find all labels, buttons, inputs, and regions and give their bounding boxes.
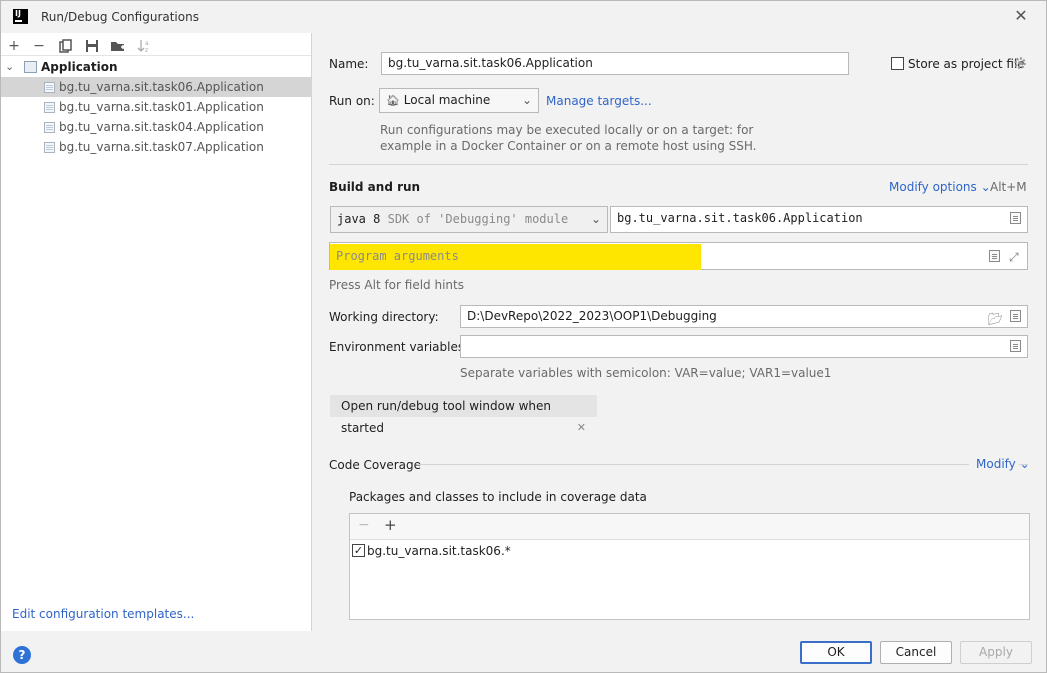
application-folder-icon: [24, 61, 37, 73]
sort-icon: az: [137, 40, 149, 54]
env-vars-hint: Separate variables with semicolon: VAR=v…: [460, 366, 832, 380]
tree-item-label: bg.tu_varna.sit.task01.Application: [59, 100, 264, 114]
modify-options-link[interactable]: Modify options ⌄: [889, 180, 991, 194]
environment-variables-field[interactable]: [460, 335, 1028, 358]
run-on-label: Run on:: [329, 94, 375, 108]
copy-icon: [59, 39, 72, 53]
expand-icon[interactable]: ⤢: [1009, 247, 1019, 268]
cancel-button[interactable]: Cancel: [880, 641, 952, 664]
open-tool-window-label: Open run/debug tool window when started: [341, 399, 551, 435]
title-bar: IJ Run/Debug Configurations ✕: [1, 1, 1046, 33]
tree-item-task04[interactable]: bg.tu_varna.sit.task04.Application: [1, 117, 311, 137]
store-as-project-file-label: Store as project file: [908, 57, 1025, 71]
run-on-hint-line1: Run configurations may be executed local…: [380, 123, 754, 137]
build-and-run-title: Build and run: [329, 180, 421, 194]
browse-class-icon[interactable]: [1010, 212, 1021, 224]
run-on-value: Local machine: [403, 93, 491, 107]
window-title: Run/Debug Configurations: [41, 10, 199, 24]
working-directory-value: D:\DevRepo\2022_2023\OOP1\Debugging: [467, 309, 717, 323]
main-class-field[interactable]: bg.tu_varna.sit.task06.Application: [610, 206, 1028, 233]
remove-configuration-button[interactable]: −: [29, 36, 49, 56]
config-file-icon: [44, 122, 55, 133]
coverage-packages-list: − + ✓ bg.tu_varna.sit.task06.*: [349, 513, 1030, 620]
tree-item-task07[interactable]: bg.tu_varna.sit.task07.Application: [1, 137, 311, 157]
edit-env-vars-icon[interactable]: [1010, 340, 1021, 352]
folder-add-icon: [111, 42, 125, 51]
store-as-project-file-checkbox[interactable]: [891, 57, 904, 70]
tree-item-label: bg.tu_varna.sit.task06.Application: [59, 80, 264, 94]
coverage-entry-label: bg.tu_varna.sit.task06.*: [367, 544, 511, 558]
tree-item-label: bg.tu_varna.sit.task04.Application: [59, 120, 264, 134]
tree-root-label: Application: [41, 60, 118, 74]
configurations-toolbar: + − az: [1, 33, 311, 56]
insert-macro-icon[interactable]: [1010, 310, 1021, 322]
coverage-entry-checkbox[interactable]: ✓: [352, 544, 365, 557]
code-coverage-title: Code Coverage: [329, 458, 422, 472]
run-on-dropdown[interactable]: 🏠︎ Local machine ⌄: [379, 88, 539, 113]
environment-variables-label: Environment variables:: [329, 340, 469, 354]
svg-text:a: a: [145, 40, 149, 47]
tree-node-application[interactable]: ⌄ Application: [1, 57, 311, 77]
svg-text:z: z: [145, 47, 148, 53]
manage-targets-link[interactable]: Manage targets...: [546, 94, 652, 108]
program-arguments-placeholder: Program arguments: [336, 249, 459, 263]
close-window-button[interactable]: ✕: [1011, 6, 1031, 26]
add-configuration-button[interactable]: +: [4, 36, 24, 56]
coverage-list-toolbar: − +: [350, 514, 1029, 540]
name-field[interactable]: bg.tu_varna.sit.task06.Application: [381, 52, 849, 75]
modify-options-shortcut: Alt+M: [990, 180, 1027, 194]
tree-item-task01[interactable]: bg.tu_varna.sit.task01.Application: [1, 97, 311, 117]
gear-icon[interactable]: [1013, 56, 1027, 73]
name-label: Name:: [329, 57, 369, 71]
tree-item-task06[interactable]: bg.tu_varna.sit.task06.Application: [1, 77, 311, 97]
run-debug-dialog: IJ Run/Debug Configurations ✕ + − az ⌄ A…: [0, 0, 1047, 673]
working-directory-label: Working directory:: [329, 310, 439, 324]
insert-macro-icon[interactable]: [989, 250, 1000, 262]
chevron-down-icon: ⌄: [5, 60, 15, 73]
press-alt-hint: Press Alt for field hints: [329, 278, 464, 292]
copy-configuration-button[interactable]: [56, 36, 76, 56]
packages-label: Packages and classes to include in cover…: [349, 490, 647, 504]
open-tool-window-tag[interactable]: Open run/debug tool window when started …: [330, 395, 597, 435]
remove-option-icon[interactable]: ✕: [577, 417, 586, 439]
divider: [329, 164, 1028, 165]
folder-icon[interactable]: 📂︎: [988, 309, 1003, 330]
config-file-icon: [44, 142, 55, 153]
add-entry-button[interactable]: +: [384, 516, 397, 534]
working-directory-field[interactable]: D:\DevRepo\2022_2023\OOP1\Debugging 📂︎: [460, 305, 1028, 328]
code-coverage-divider: [417, 464, 969, 465]
chevron-down-icon: ⌄: [590, 212, 601, 226]
chevron-down-icon: ⌄: [521, 93, 532, 107]
toolbar-divider: [1, 55, 311, 56]
program-arguments-field[interactable]: Program arguments ⤢: [329, 242, 1028, 270]
edit-configuration-templates-link[interactable]: Edit configuration templates...: [12, 607, 194, 621]
jdk-dropdown[interactable]: java 8 SDK of 'Debugging' module ⌄: [330, 206, 608, 233]
tree-item-label: bg.tu_varna.sit.task07.Application: [59, 140, 264, 154]
configurations-panel: + − az ⌄ Application bg.tu_varna.sit.tas…: [1, 33, 312, 631]
jdk-version: java 8: [337, 212, 381, 226]
config-file-icon: [44, 82, 55, 93]
intellij-logo-icon: IJ: [13, 9, 28, 24]
move-to-folder-button[interactable]: [108, 36, 128, 56]
ok-button[interactable]: OK: [800, 641, 872, 664]
sort-configurations-button[interactable]: az: [134, 36, 154, 56]
run-on-hint-line2: example in a Docker Container or on a re…: [380, 139, 757, 153]
remove-entry-button[interactable]: −: [358, 517, 370, 533]
jdk-detail: SDK of 'Debugging' module: [387, 212, 569, 226]
save-icon: [86, 40, 98, 52]
apply-button[interactable]: Apply: [960, 641, 1032, 664]
code-coverage-divider-end: [1019, 464, 1028, 465]
save-configuration-button[interactable]: [82, 36, 102, 56]
help-button[interactable]: ?: [13, 646, 31, 664]
main-class-value: bg.tu_varna.sit.task06.Application: [617, 211, 863, 225]
config-file-icon: [44, 102, 55, 113]
home-icon: 🏠︎: [386, 94, 400, 107]
